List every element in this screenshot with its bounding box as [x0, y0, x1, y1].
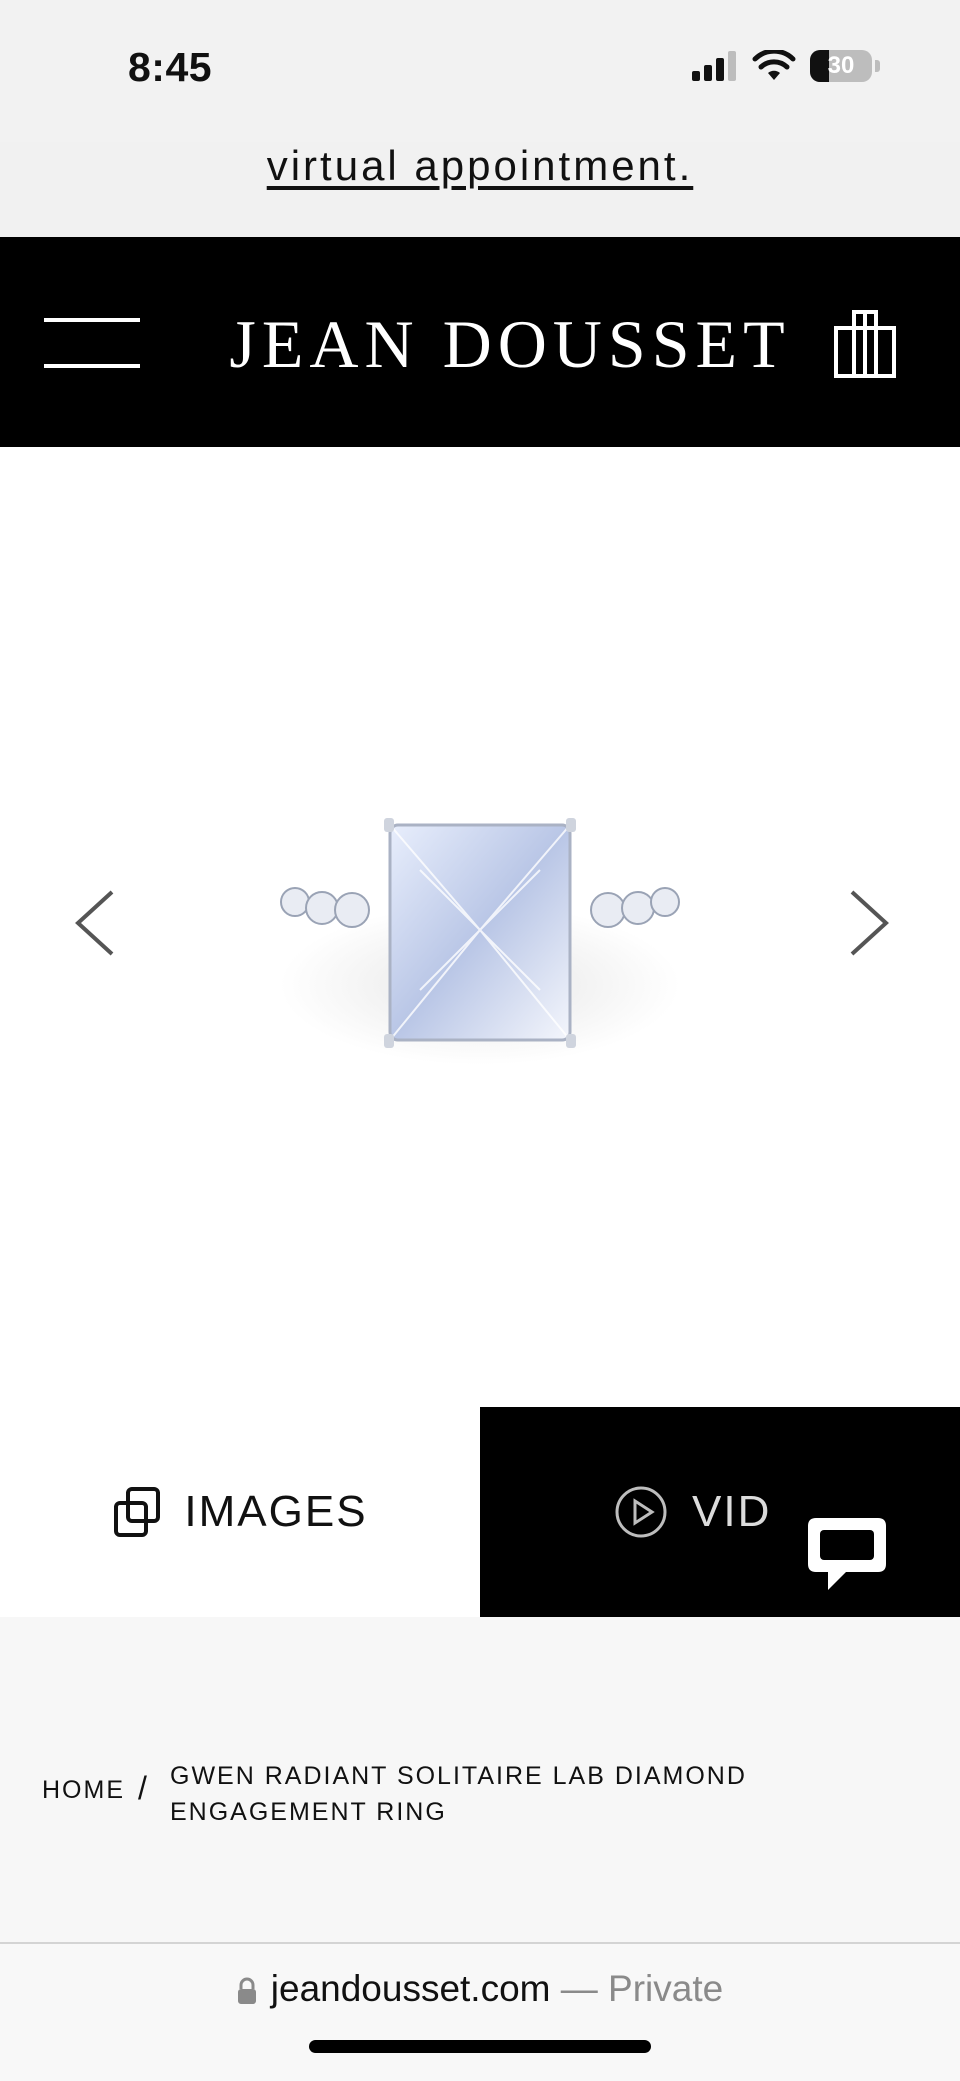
wifi-icon [752, 50, 796, 80]
battery-level: 30 [827, 52, 855, 79]
home-indicator [309, 2040, 651, 2053]
tab-images[interactable]: IMAGES [0, 1407, 480, 1617]
chat-icon [808, 1518, 886, 1590]
tab-images-label: IMAGES [184, 1487, 368, 1536]
signal-icon [692, 51, 736, 81]
chevron-left-icon[interactable] [72, 888, 122, 958]
virtual-appointment-link[interactable]: virtual appointment. [267, 142, 694, 190]
status-bar: 8:45 30 [0, 0, 960, 142]
breadcrumb-current: GWEN RADIANT SOLITAIRE LAB DIAMOND ENGAG… [170, 1762, 747, 1826]
brand-logo[interactable]: JEAN DOUSSET [0, 300, 960, 388]
status-icons: 30 [690, 50, 880, 82]
battery-cap [875, 60, 880, 72]
breadcrumb-home-link[interactable]: HOME [42, 1776, 125, 1805]
chevron-right-icon[interactable] [842, 888, 892, 958]
lock-icon [237, 1977, 256, 2005]
url-privacy: — Private [560, 1968, 724, 2009]
live-chat-button[interactable] [768, 1468, 926, 1640]
battery-icon: 30 [810, 50, 872, 82]
promo-banner: virtual appointment. [0, 142, 960, 237]
breadcrumb-separator: / [138, 1770, 147, 1806]
shopping-bag-icon[interactable] [832, 308, 898, 378]
product-image [280, 818, 680, 1065]
status-time: 8:45 [128, 44, 213, 90]
tab-video-label: VID [692, 1487, 772, 1536]
browser-url-bar[interactable] [0, 1942, 960, 2081]
play-circle-icon [615, 1486, 667, 1538]
images-icon [114, 1487, 161, 1537]
url-domain: jeandousset.com [270, 1968, 551, 2009]
url-row[interactable]: jeandousset.com — Private [0, 1968, 960, 2010]
